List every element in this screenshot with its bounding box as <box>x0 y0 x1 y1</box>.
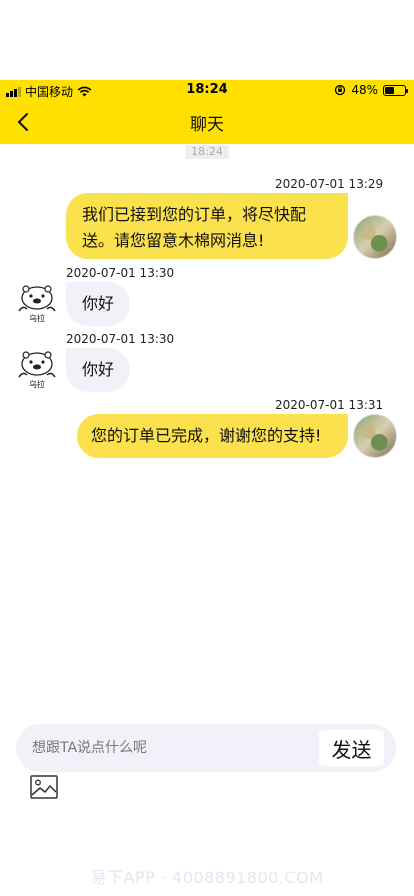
page-title: 聊天 <box>190 114 224 135</box>
send-button[interactable]: 发送 <box>319 730 384 766</box>
image-icon[interactable] <box>30 775 58 799</box>
incoming-message-bubble: 你好 <box>66 348 130 392</box>
message-composer: 发送 <box>16 724 396 772</box>
message-timestamp: 2020-07-01 13:30 <box>66 332 175 346</box>
user-avatar[interactable] <box>353 414 397 458</box>
battery-percent: 48% <box>351 83 378 97</box>
avatar-caption: 乌拉 <box>29 313 45 323</box>
conversation-time-chip: 18:24 <box>185 145 229 159</box>
top-spacer <box>0 0 414 80</box>
orientation-lock-icon <box>335 84 346 96</box>
message-timestamp: 2020-07-01 13:30 <box>66 266 175 280</box>
watermark: 易下APP · 4008891800.COM <box>90 868 324 887</box>
message-timestamp: 2020-07-01 13:31 <box>275 398 384 412</box>
back-arrow-icon[interactable] <box>12 110 36 134</box>
status-bar: 中国移动 18:24 48% <box>0 80 414 100</box>
status-right: 48% <box>334 83 408 97</box>
message-text: 你好 <box>82 294 115 313</box>
outgoing-message-bubble: 我们已接到您的订单，将尽快配 送。请您留意木棉网消息! <box>66 193 348 259</box>
user-avatar[interactable] <box>353 215 397 259</box>
message-text-line: 送。请您留意木棉网消息! <box>82 231 265 250</box>
message-input[interactable] <box>32 724 312 772</box>
message-text-line: 我们已接到您的订单，将尽快配 <box>82 205 307 224</box>
nav-bar: 聊天 <box>0 100 414 144</box>
bear-face-icon: 乌拉 <box>18 351 56 389</box>
message-text: 你好 <box>82 360 115 379</box>
message-timestamp: 2020-07-01 13:29 <box>275 177 384 191</box>
message-text: 您的订单已完成，谢谢您的支持! <box>91 426 322 445</box>
agent-avatar[interactable]: 乌拉 <box>15 347 59 391</box>
agent-avatar[interactable]: 乌拉 <box>15 281 59 325</box>
avatar-caption: 乌拉 <box>29 379 45 389</box>
outgoing-message-bubble: 您的订单已完成，谢谢您的支持! <box>77 414 348 458</box>
battery-icon <box>383 84 408 96</box>
incoming-message-bubble: 你好 <box>66 282 130 326</box>
bear-face-icon: 乌拉 <box>18 285 56 323</box>
